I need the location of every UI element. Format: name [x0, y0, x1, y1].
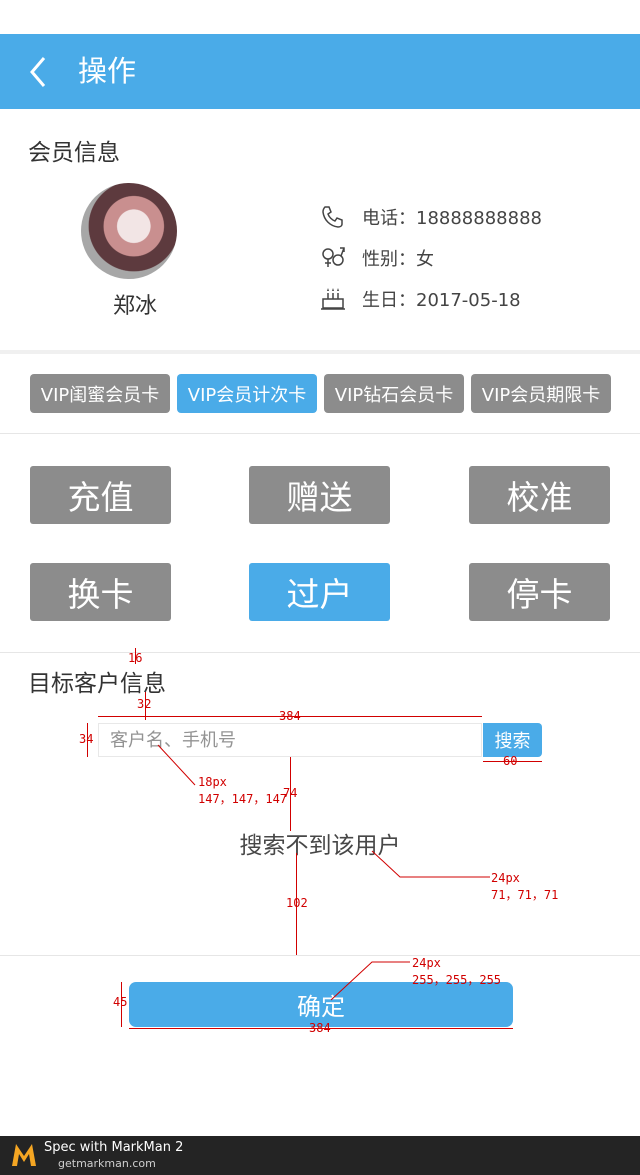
annotation-45: 45 [113, 995, 128, 1009]
chevron-left-icon[interactable] [22, 52, 58, 92]
annotation-60: 60 [503, 754, 518, 768]
card-tab-2[interactable]: VIP钻石会员卡 [324, 374, 464, 413]
search-input[interactable] [98, 723, 482, 757]
annotation-32: 32 [137, 697, 152, 711]
annotation-384-bottom: 384 [309, 1021, 331, 1035]
card-tab-3[interactable]: VIP会员期限卡 [471, 374, 611, 413]
annotation-384-top: 384 [279, 709, 301, 723]
divider [0, 955, 640, 956]
gender-icon [322, 247, 345, 267]
member-name: 郑冰 [113, 294, 158, 319]
spec-input-size: 18px [198, 775, 227, 789]
gift-button[interactable]: 赠送 [249, 466, 390, 524]
avatar [81, 183, 177, 279]
spec-btn-size: 24px [412, 956, 441, 970]
stop-card-button[interactable]: 停卡 [469, 563, 610, 621]
annotation-102: 102 [286, 896, 308, 910]
status-bar [0, 0, 640, 34]
phone-text: 电话：18888888888 [362, 208, 542, 229]
annotation-16: 16 [128, 651, 143, 665]
annotation-34: 34 [79, 732, 94, 746]
spec-btn-color: 255，255，255 [412, 973, 502, 987]
transfer-button[interactable]: 过户 [249, 563, 390, 621]
gender-text: 性别：女 [362, 249, 434, 270]
spec-msg-size: 24px [491, 871, 520, 885]
divider [0, 433, 640, 434]
divider [0, 350, 640, 354]
birthday-text: 生日：2017-05-18 [362, 290, 521, 311]
change-card-button[interactable]: 换卡 [30, 563, 171, 621]
recharge-button[interactable]: 充值 [30, 466, 171, 524]
empty-message: 搜索不到该用户 [239, 833, 401, 859]
spec-msg-color: 71，71，71 [491, 888, 559, 902]
card-tab-0[interactable]: VIP闺蜜会员卡 [30, 374, 170, 413]
page-title: 操作 [78, 54, 137, 88]
birthday-row: 生日：2017-05-18 [320, 284, 521, 314]
divider [0, 652, 640, 653]
phone-icon [322, 206, 343, 228]
phone-row: 电话：18888888888 [320, 202, 542, 232]
footer-site[interactable]: getmarkman.com [58, 1157, 156, 1170]
markman-logo-icon [12, 1144, 36, 1166]
gender-row: 性别：女 [320, 243, 434, 273]
search-button[interactable]: 搜索 [483, 723, 542, 757]
footer-brand: Spec with MarkMan 2 [44, 1140, 184, 1155]
card-tab-1[interactable]: VIP会员计次卡 [177, 374, 317, 413]
cake-icon [321, 288, 345, 310]
markman-footer: Spec with MarkMan 2 getmarkman.com [0, 1136, 640, 1175]
member-info-title: 会员信息 [28, 140, 120, 166]
calibrate-button[interactable]: 校准 [469, 466, 610, 524]
header-bar: 操作 [0, 34, 640, 109]
spec-input-color: 147，147，147 [198, 792, 288, 806]
